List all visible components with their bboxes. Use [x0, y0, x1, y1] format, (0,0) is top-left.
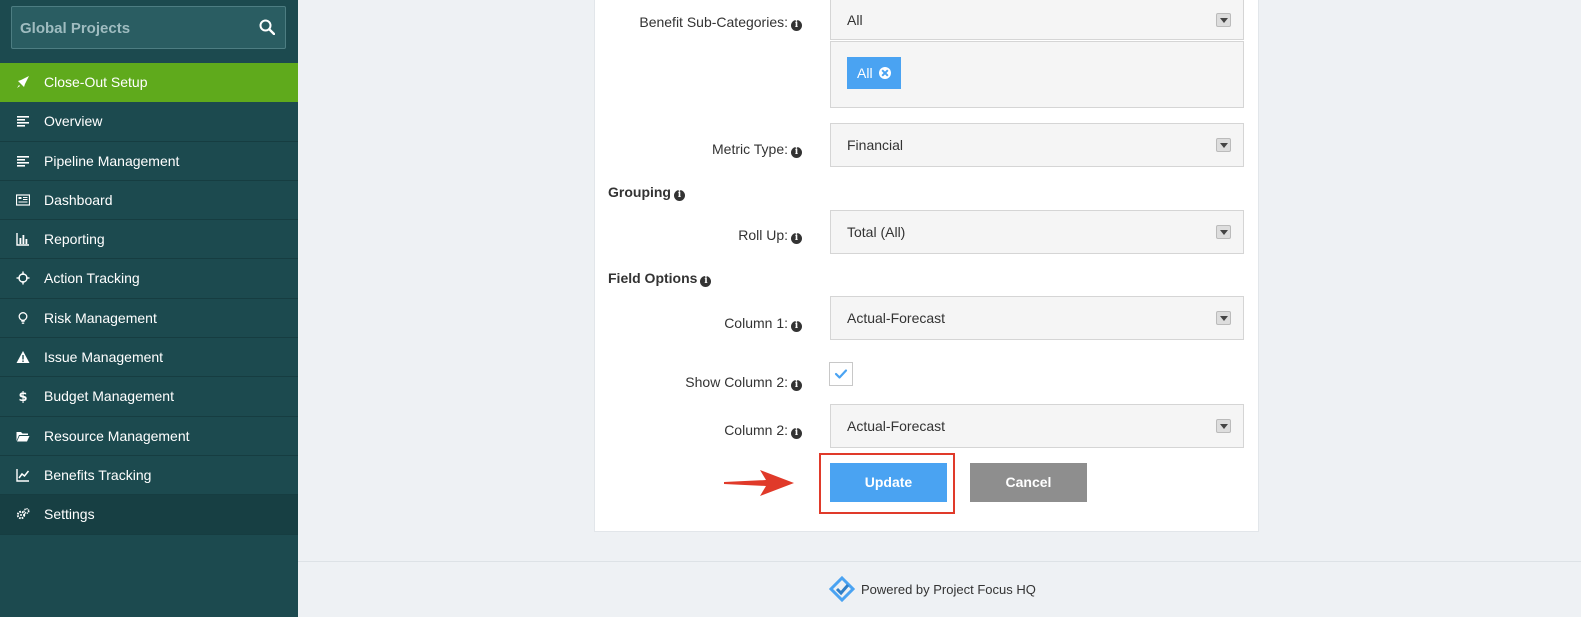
sidebar-item-close-out-setup[interactable]: Close-Out Setup — [0, 63, 298, 103]
sidebar-item-pipeline-management[interactable]: Pipeline Management — [0, 142, 298, 181]
column1-label: Column 1: i — [724, 315, 802, 332]
align-left-icon — [17, 155, 29, 167]
footer: Powered by Project Focus HQ — [829, 576, 1036, 602]
chevron-down-icon — [1216, 225, 1231, 239]
sidebar-item-label: Resource Management — [44, 427, 190, 444]
sidebar-item-benefits-tracking[interactable]: Benefits Tracking — [0, 456, 298, 496]
sidebar-item-issue-management[interactable]: Issue Management — [0, 338, 298, 378]
grouping-heading: Grouping i — [608, 184, 685, 201]
info-icon[interactable]: i — [700, 276, 712, 287]
chevron-down-icon — [1216, 419, 1231, 433]
sidebar-item-label: Dashboard — [44, 191, 113, 208]
folder-open-icon — [16, 431, 30, 442]
dashboard-icon — [16, 194, 30, 206]
info-icon[interactable]: i — [791, 233, 802, 244]
metric-type-select[interactable]: Financial — [830, 123, 1244, 167]
sidebar-item-label: Pipeline Management — [44, 152, 180, 169]
roll-up-label: Roll Up: i — [738, 227, 802, 244]
bar-chart-icon — [16, 233, 29, 246]
roll-up-select[interactable]: Total (All) — [830, 210, 1244, 254]
sidebar-nav: Close-Out Setup Overview Pipeline Manage… — [0, 63, 298, 535]
rocket-icon — [17, 76, 29, 88]
project-search[interactable]: Global Projects — [11, 6, 286, 49]
project-title: Global Projects — [20, 20, 131, 37]
column2-label: Column 2: i — [724, 422, 802, 439]
crosshair-icon — [16, 271, 30, 285]
update-button[interactable]: Update — [830, 463, 947, 502]
sidebar-item-settings[interactable]: Settings — [0, 495, 298, 535]
sidebar-item-overview[interactable]: Overview — [0, 102, 298, 142]
info-icon[interactable]: i — [791, 147, 802, 158]
remove-tag-icon[interactable] — [879, 67, 891, 79]
sidebar-item-label: Issue Management — [44, 349, 164, 366]
cancel-button[interactable]: Cancel — [970, 463, 1087, 502]
info-icon[interactable]: i — [791, 380, 802, 391]
benefit-subcategories-tags[interactable]: All — [830, 41, 1244, 108]
sidebar-item-label: Reporting — [44, 231, 105, 248]
footer-divider — [298, 561, 1581, 562]
check-icon — [834, 369, 848, 379]
sidebar-item-label: Budget Management — [44, 388, 174, 405]
line-chart-icon — [16, 468, 30, 482]
project-focus-logo-icon — [829, 576, 855, 602]
info-icon[interactable]: i — [791, 321, 802, 332]
gears-icon — [16, 508, 30, 520]
column2-select[interactable]: Actual-Forecast — [830, 404, 1244, 448]
chevron-down-icon — [1216, 311, 1231, 325]
svg-text:$: $ — [18, 390, 27, 403]
sidebar: Global Projects Close-Out Setup Overview… — [0, 0, 298, 617]
show-column2-label: Show Column 2: i — [685, 374, 802, 391]
sidebar-item-label: Overview — [44, 113, 103, 130]
sidebar-item-label: Benefits Tracking — [44, 466, 152, 483]
benefit-subcategories-select[interactable]: All — [830, 0, 1244, 40]
show-column2-checkbox[interactable] — [829, 362, 853, 386]
lightbulb-icon — [18, 311, 28, 324]
sidebar-item-label: Settings — [44, 506, 95, 523]
chevron-down-icon — [1216, 13, 1231, 27]
warning-icon — [16, 351, 30, 364]
sidebar-item-reporting[interactable]: Reporting — [0, 220, 298, 260]
info-icon[interactable]: i — [674, 190, 685, 201]
info-icon[interactable]: i — [791, 20, 802, 31]
sidebar-item-dashboard[interactable]: Dashboard — [0, 181, 298, 221]
metric-type-label: Metric Type: i — [712, 141, 802, 158]
field-options-heading: Field Options i — [608, 270, 712, 287]
info-icon[interactable]: i — [791, 428, 802, 439]
sidebar-item-label: Action Tracking — [44, 270, 140, 287]
sidebar-item-action-tracking[interactable]: Action Tracking — [0, 259, 298, 299]
selected-tag[interactable]: All — [847, 57, 901, 89]
sidebar-item-budget-management[interactable]: $ Budget Management — [0, 377, 298, 417]
footer-text: Powered by Project Focus HQ — [861, 581, 1036, 597]
sidebar-item-resource-management[interactable]: Resource Management — [0, 417, 298, 456]
sidebar-item-label: Close-Out Setup — [44, 74, 148, 90]
column1-select[interactable]: Actual-Forecast — [830, 296, 1244, 340]
sidebar-item-label: Risk Management — [44, 309, 157, 326]
benefit-subcategories-label: Benefit Sub-Categories: i — [639, 14, 802, 31]
chevron-down-icon — [1216, 138, 1231, 152]
align-left-icon — [17, 116, 29, 127]
dollar-icon: $ — [18, 390, 27, 403]
red-arrow-annotation — [724, 470, 794, 496]
search-icon[interactable] — [259, 19, 275, 35]
sidebar-item-risk-management[interactable]: Risk Management — [0, 299, 298, 339]
